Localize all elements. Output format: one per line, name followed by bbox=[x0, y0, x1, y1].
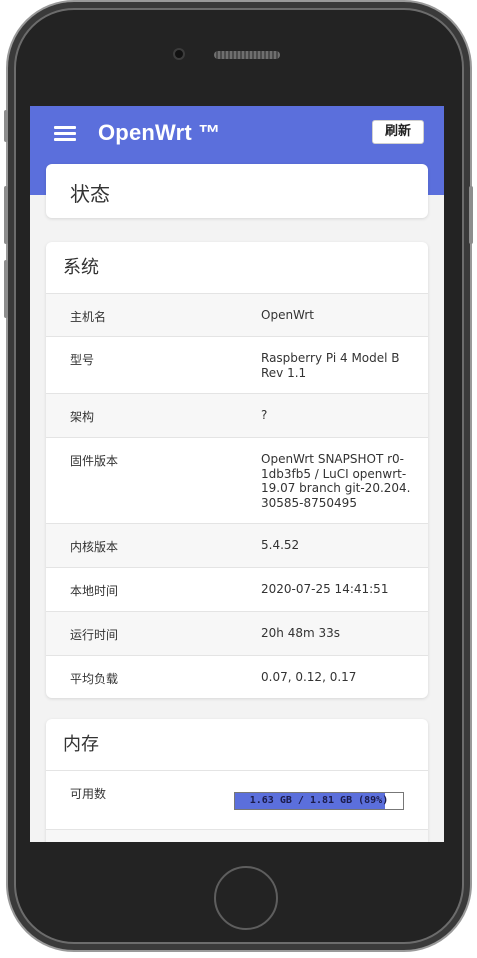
volume-up-button bbox=[4, 186, 8, 244]
table-row: 运行时间 20h 48m 33s bbox=[46, 612, 428, 656]
row-label: 主机名 bbox=[70, 310, 107, 324]
table-row: 固件版本 OpenWrt SNAPSHOT r0-1db3fb5 / LuCI … bbox=[46, 438, 428, 524]
row-label: 内核版本 bbox=[70, 540, 119, 554]
row-label: 本地时间 bbox=[70, 584, 119, 598]
screen: OpenWrt ™ 刷新 状态 系统 主机名 OpenWrt 型号 Raspbe… bbox=[30, 106, 444, 842]
row-label: 可用数 bbox=[70, 787, 107, 801]
page-title: 状态 bbox=[70, 182, 110, 206]
row-value: Raspberry Pi 4 Model B Rev 1.1 bbox=[261, 351, 400, 380]
home-button[interactable] bbox=[214, 866, 278, 930]
table-row: 本地时间 2020-07-25 14:41:51 bbox=[46, 568, 428, 612]
row-label: 型号 bbox=[70, 353, 95, 367]
table-row: 型号 Raspberry Pi 4 Model B Rev 1.1 bbox=[46, 337, 428, 394]
camera-icon bbox=[173, 48, 185, 60]
memory-section: 内存 可用数 1.63 GB / 1.81 GB (89%) bbox=[46, 719, 428, 842]
refresh-button[interactable]: 刷新 bbox=[372, 120, 424, 144]
row-value: 0.07, 0.12, 0.17 bbox=[261, 670, 357, 684]
row-label: 架构 bbox=[70, 410, 95, 424]
row-label: 平均负载 bbox=[70, 672, 119, 686]
row-value: OpenWrt SNAPSHOT r0-1db3fb5 / LuCI openw… bbox=[261, 452, 411, 510]
volume-down-button bbox=[4, 260, 8, 318]
row-value: ? bbox=[261, 408, 268, 422]
table-row: 内核版本 5.4.52 bbox=[46, 524, 428, 568]
system-section: 系统 主机名 OpenWrt 型号 Raspberry Pi 4 Model B… bbox=[46, 242, 428, 698]
page-title-card: 状态 bbox=[46, 164, 428, 218]
memory-progress-text: 1.63 GB / 1.81 GB (89%) bbox=[249, 795, 389, 806]
speaker-grille bbox=[214, 51, 280, 59]
memory-section-title: 内存 bbox=[46, 719, 428, 771]
row-value: 20h 48m 33s bbox=[261, 626, 340, 640]
row-value: 5.4.52 bbox=[261, 538, 300, 552]
table-row: 架构 ? bbox=[46, 394, 428, 438]
row-value: 2020-07-25 14:41:51 bbox=[261, 582, 389, 596]
mute-switch bbox=[4, 110, 8, 142]
memory-progress-bar: 1.63 GB / 1.81 GB (89%) bbox=[234, 792, 404, 810]
row-value: OpenWrt bbox=[261, 308, 315, 322]
brand-logo[interactable]: OpenWrt ™ bbox=[98, 120, 220, 146]
power-button bbox=[469, 186, 473, 244]
row-label: 运行时间 bbox=[70, 628, 119, 642]
row-label: 固件版本 bbox=[70, 454, 119, 468]
table-row: 主机名 OpenWrt bbox=[46, 294, 428, 337]
table-row bbox=[46, 830, 428, 842]
system-section-title: 系统 bbox=[46, 242, 428, 294]
table-row: 可用数 1.63 GB / 1.81 GB (89%) bbox=[46, 771, 428, 830]
table-row: 平均负载 0.07, 0.12, 0.17 bbox=[46, 656, 428, 698]
menu-icon[interactable] bbox=[54, 126, 76, 142]
system-table: 主机名 OpenWrt 型号 Raspberry Pi 4 Model B Re… bbox=[46, 294, 428, 698]
